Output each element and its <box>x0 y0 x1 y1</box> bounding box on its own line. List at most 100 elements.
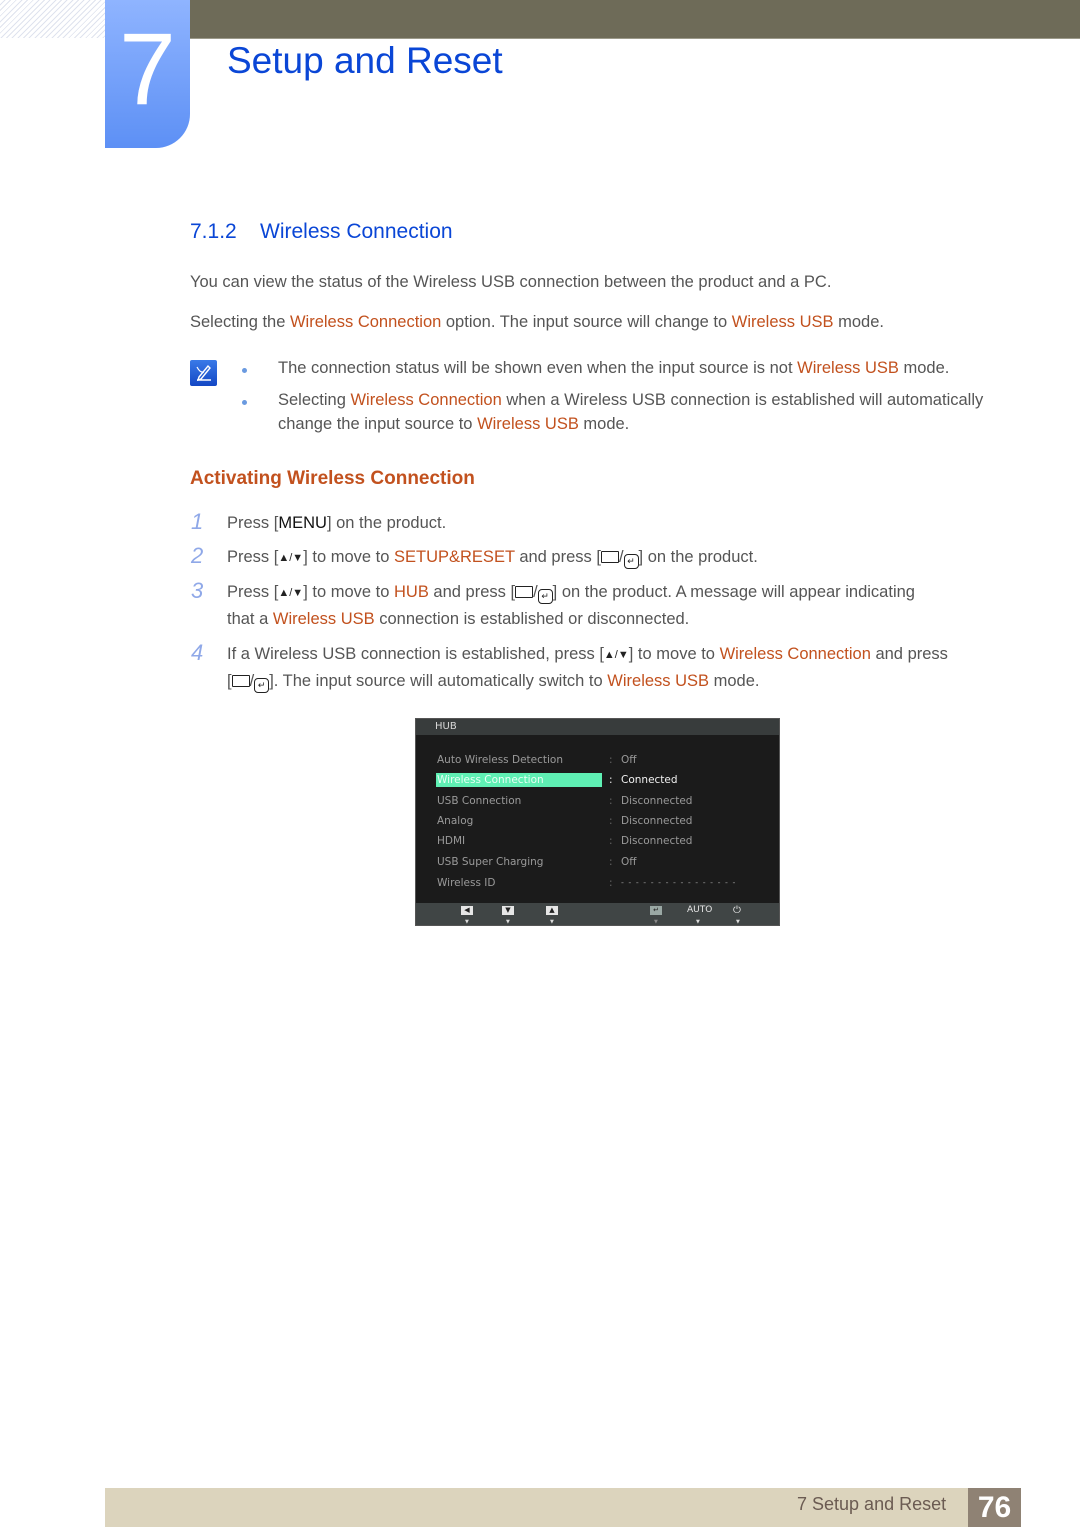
osd-row-value: Off <box>621 754 637 766</box>
text: ] on the product. <box>638 548 758 566</box>
text: Press [ <box>227 514 279 532</box>
osd-row-label: Wireless Connection <box>436 773 602 787</box>
indicator-icon: ▼ <box>736 919 740 925</box>
step-number: 4 <box>191 640 204 665</box>
osd-row-value: Connected <box>621 774 678 786</box>
osd-row-label: Analog <box>437 815 474 827</box>
step-4: If a Wireless USB connection is establis… <box>227 645 948 664</box>
indicator-icon: ▼ <box>465 919 469 925</box>
left-arrow-button-icon[interactable]: ◀ <box>461 906 473 915</box>
enter-icon: ↵ <box>537 589 553 604</box>
section-heading: 7.1.2 Wireless Connection <box>190 220 453 244</box>
step-3: Press [▲/▼] to move to HUB and press [/ ↵… <box>227 583 915 604</box>
intro-paragraph-1: You can view the status of the Wireless … <box>190 273 832 291</box>
note-pencil-icon <box>190 360 217 386</box>
text: option. The input source will change to <box>441 313 732 331</box>
enter-button-icon[interactable]: ↵ <box>650 906 662 915</box>
osd-row-usb-super-charging[interactable]: USB Super Charging: Off <box>436 855 766 871</box>
highlight: Wireless Connection <box>350 391 502 409</box>
colon: : <box>609 815 613 827</box>
text: The connection status will be shown even… <box>278 359 798 377</box>
colon: : <box>609 856 613 868</box>
osd-row-value: Off <box>621 856 637 868</box>
text: connection is established or disconnecte… <box>374 610 690 628</box>
note-item-2: Selecting Wireless Connection when a Wir… <box>278 391 983 410</box>
osd-row-value: Disconnected <box>621 795 693 807</box>
highlight-wireless-connection: Wireless Connection <box>289 313 442 331</box>
osd-row-label: USB Connection <box>437 795 522 807</box>
colon: : <box>609 774 613 786</box>
osd-row-analog[interactable]: Analog: Disconnected <box>436 814 766 830</box>
up-down-arrow-icon: ▲/▼ <box>278 552 304 564</box>
colon: : <box>609 795 613 807</box>
enter-icon: ↵ <box>623 554 639 569</box>
bullet-icon <box>242 368 247 373</box>
page-number: 76 <box>968 1488 1021 1527</box>
highlight-wireless-usb: Wireless USB <box>731 313 834 331</box>
text: ] on the product. <box>326 514 447 532</box>
text: and press [ <box>428 583 516 601</box>
text: ]. The input source will automatically s… <box>269 672 608 690</box>
header-bar <box>190 0 1080 39</box>
subsection-heading: Activating Wireless Connection <box>190 468 475 489</box>
text: Selecting <box>278 391 351 409</box>
text: Selecting the <box>190 313 290 331</box>
text: If a Wireless USB connection is establis… <box>227 645 604 663</box>
osd-row-label: USB Super Charging <box>437 856 544 868</box>
indicator-icon: ▼ <box>696 919 700 925</box>
colon: : <box>609 877 613 889</box>
bullet-icon <box>242 400 247 405</box>
osd-row-label: Auto Wireless Detection <box>437 754 563 766</box>
osd-button-bar: ◀ ▼ ▼ ▼ ▲ ▼ ↵ ▼ AUTO ▼ ⏻ ▼ <box>416 903 779 925</box>
indicator-icon: ▼ <box>654 919 658 925</box>
text: ] to move to <box>303 583 394 601</box>
osd-row-auto-wireless-detection[interactable]: Auto Wireless Detection: Off <box>436 753 766 769</box>
step-number: 3 <box>191 578 204 603</box>
highlight: Wireless USB <box>797 359 899 377</box>
separator: / <box>618 548 624 566</box>
text: Press [ <box>227 583 279 601</box>
intro-paragraph-2: Selecting the Wireless Connection option… <box>190 313 884 332</box>
up-down-arrow-icon: ▲/▼ <box>603 649 629 661</box>
enter-icon: ↵ <box>254 678 270 693</box>
auto-button[interactable]: AUTO <box>687 905 712 915</box>
note-item-1: The connection status will be shown even… <box>278 359 949 378</box>
text: ] on the product. A message will appear … <box>552 583 915 601</box>
text: and press [ <box>514 548 601 566</box>
down-arrow-button-icon[interactable]: ▼ <box>502 906 514 915</box>
highlight: Wireless USB <box>607 672 710 690</box>
colon: : <box>609 835 613 847</box>
source-button-icon <box>515 586 534 598</box>
menu-key: MENU <box>278 514 327 532</box>
osd-row-wireless-id[interactable]: Wireless ID: - - - - - - - - - - - - - - … <box>436 876 766 892</box>
text: when a Wireless USB connection is establ… <box>501 391 984 409</box>
osd-row-usb-connection[interactable]: USB Connection: Disconnected <box>436 794 766 810</box>
power-icon[interactable]: ⏻ <box>733 905 741 916</box>
text: ] to move to <box>303 548 394 566</box>
osd-row-hdmi[interactable]: HDMI: Disconnected <box>436 834 766 850</box>
chapter-title: Setup and Reset <box>227 40 503 81</box>
highlight: Wireless Connection <box>719 645 871 663</box>
text: mode. <box>898 359 950 377</box>
highlight: Wireless USB <box>272 610 375 628</box>
highlight: Wireless USB <box>477 415 579 433</box>
footer-chapter-label: 7 Setup and Reset <box>797 1494 947 1514</box>
chapter-number: 7 <box>119 12 176 126</box>
osd-row-wireless-connection[interactable]: Wireless Connection: Connected <box>436 773 766 789</box>
chapter-tab: 7 <box>105 0 190 148</box>
step-1: Press [MENU] on the product. <box>227 514 446 533</box>
note-item-2-line-2: change the input source to Wireless USB … <box>278 415 629 434</box>
header-hatch-pattern <box>0 0 105 38</box>
step-number: 1 <box>191 509 204 534</box>
osd-row-label: HDMI <box>437 835 466 847</box>
source-button-icon <box>231 675 250 687</box>
up-down-arrow-icon: ▲/▼ <box>278 587 304 599</box>
indicator-icon: ▼ <box>506 919 510 925</box>
up-arrow-button-icon[interactable]: ▲ <box>546 906 558 915</box>
osd-row-label: Wireless ID <box>437 877 496 889</box>
step-3-line-2: that a Wireless USB connection is establ… <box>227 610 689 629</box>
text: mode. <box>833 313 884 331</box>
text: Press [ <box>227 548 279 566</box>
section-number: 7.1.2 <box>190 220 237 243</box>
separator: / <box>533 583 538 601</box>
